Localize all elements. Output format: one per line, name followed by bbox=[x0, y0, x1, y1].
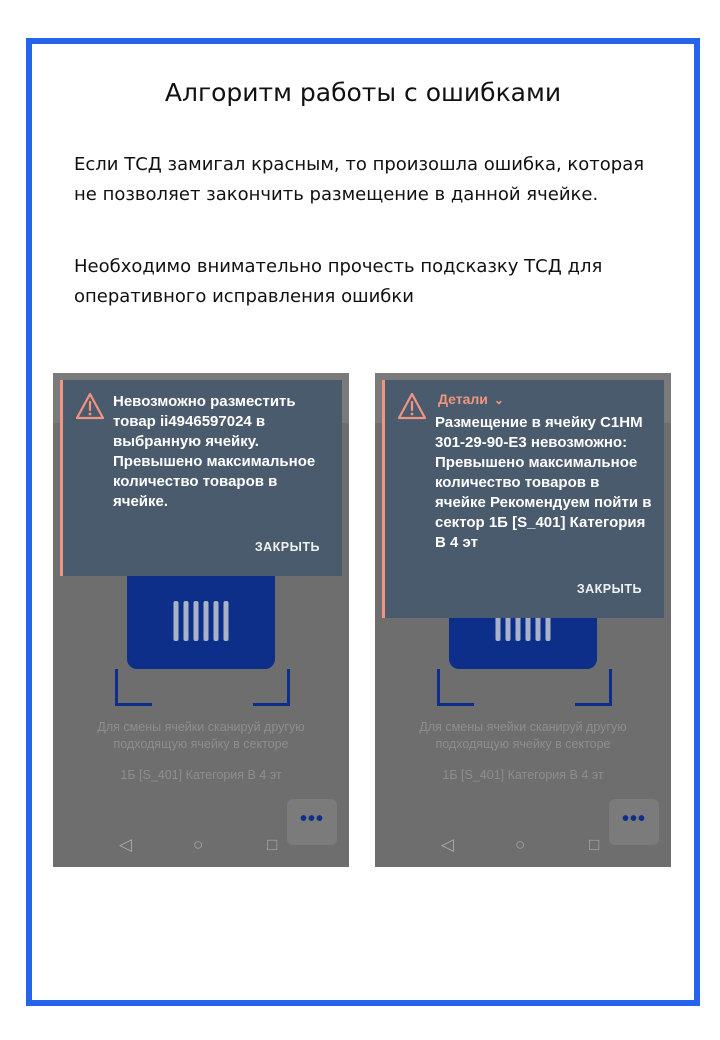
scan-hint: Для смены ячейки сканируй другую подходя… bbox=[97, 720, 305, 751]
error-message: Размещение в ячейку C1HM 301-29-90-E3 не… bbox=[435, 414, 652, 551]
scan-hint: Для смены ячейки сканируй другую подходя… bbox=[419, 720, 627, 751]
warning-triangle-icon bbox=[75, 392, 105, 420]
barcode-icon bbox=[173, 601, 229, 641]
sector-label: 1Б [S_401] Категория В 4 эт bbox=[120, 768, 282, 782]
phone-screenshot-left: Для смены ячейки сканируй другую подходя… bbox=[53, 373, 349, 867]
sector-label: 1Б [S_401] Категория В 4 эт bbox=[442, 768, 604, 782]
nav-home-icon[interactable]: ○ bbox=[193, 835, 203, 855]
nav-recent-icon[interactable]: □ bbox=[267, 835, 277, 855]
nav-recent-icon[interactable]: □ bbox=[589, 835, 599, 855]
close-button[interactable]: ЗАКРЫТЬ bbox=[577, 582, 642, 596]
nav-home-icon[interactable]: ○ bbox=[515, 835, 525, 855]
chevron-down-icon: ⌄ bbox=[493, 393, 504, 407]
scan-card bbox=[127, 563, 275, 669]
scan-frame-corner-right bbox=[253, 669, 290, 706]
warning-triangle-icon bbox=[397, 392, 427, 420]
details-label: Детали bbox=[438, 391, 488, 407]
nav-back-icon[interactable]: ◁ bbox=[119, 835, 132, 855]
intro-paragraph: Если ТСД замигал красным, то произошла о… bbox=[74, 154, 645, 205]
details-toggle[interactable]: Детали ⌄ bbox=[438, 391, 504, 407]
error-message: Невозможно разместить товар ii4946597024… bbox=[113, 393, 316, 510]
scan-frame-corner-left bbox=[115, 669, 152, 706]
android-nav-bar: ◁ ○ □ bbox=[375, 835, 671, 861]
error-dialog: Невозможно разместить товар ii4946597024… bbox=[60, 380, 342, 576]
close-button[interactable]: ЗАКРЫТЬ bbox=[255, 540, 320, 554]
nav-back-icon[interactable]: ◁ bbox=[441, 835, 454, 855]
phone-screenshot-right: Для смены ячейки сканируй другую подходя… bbox=[375, 373, 671, 867]
android-nav-bar: ◁ ○ □ bbox=[53, 835, 349, 861]
instruction-paragraph: Необходимо внимательно прочесть подсказк… bbox=[74, 256, 603, 307]
scan-frame-corner-left bbox=[437, 669, 474, 706]
scan-frame-corner-right bbox=[575, 669, 612, 706]
slide-title: Алгоритм работы с ошибками bbox=[164, 78, 562, 107]
error-dialog: Детали ⌄ Размещение в ячейку C1HM 301-29-… bbox=[382, 380, 664, 618]
